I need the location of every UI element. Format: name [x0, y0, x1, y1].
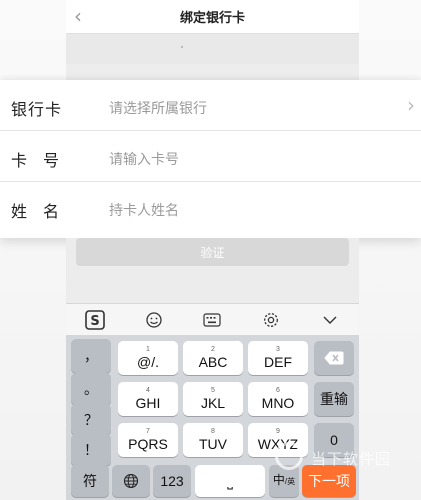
chevron-left-icon[interactable]: ‹	[74, 6, 82, 26]
space-key[interactable]: ⎵	[195, 465, 265, 497]
symbol-key[interactable]: 符	[71, 465, 109, 497]
svg-text:S: S	[91, 314, 100, 329]
settings-icon[interactable]	[256, 308, 286, 332]
number-mode-key[interactable]: 123	[153, 465, 191, 497]
name-input[interactable]: 持卡人姓名	[109, 200, 179, 220]
globe-icon	[123, 473, 139, 489]
backdrop-left	[0, 0, 66, 500]
key-exclaim[interactable]: ！	[71, 434, 111, 466]
card-number-input[interactable]: 请输入卡号	[109, 149, 179, 169]
watermark-text: 当下软件园	[311, 450, 392, 468]
key-question[interactable]: ？	[71, 404, 111, 435]
key-period[interactable]: 。	[71, 373, 111, 405]
backspace-icon	[324, 351, 344, 365]
retype-key[interactable]: 重输	[314, 382, 354, 416]
verify-area: 验证	[66, 238, 359, 304]
strip-dot	[181, 46, 183, 48]
header-strip	[66, 34, 359, 64]
key-4[interactable]: 4 GHI	[118, 382, 178, 416]
key-6[interactable]: 6 MNO	[248, 382, 308, 416]
key-comma[interactable]: ，	[71, 339, 111, 373]
name-row[interactable]: 姓名 持卡人姓名	[0, 182, 421, 233]
backspace-key[interactable]	[314, 341, 354, 375]
page-title: 绑定银行卡	[179, 11, 245, 26]
key-7[interactable]: 7 PQRS	[118, 423, 178, 457]
card-number-row[interactable]: 卡号 请输入卡号	[0, 131, 421, 182]
bank-row[interactable]: 银行卡 请选择所属银行 ›	[0, 80, 421, 131]
verify-button[interactable]: 验证	[76, 238, 349, 266]
keyboard-icon[interactable]	[197, 308, 227, 332]
watermark: 当下软件园	[275, 440, 415, 490]
bank-select[interactable]: 请选择所属银行	[109, 98, 207, 118]
sogou-logo-icon[interactable]: S	[80, 308, 110, 332]
key-5[interactable]: 5 JKL	[183, 382, 243, 416]
keyboard-toolbar: S	[66, 303, 359, 335]
key-8[interactable]: 8 TUV	[183, 423, 243, 457]
key-1[interactable]: 1 @/.	[118, 341, 178, 375]
key-2[interactable]: 2 ABC	[183, 341, 243, 375]
form-callout: 银行卡 请选择所属银行 › 卡号 请输入卡号 姓名 持卡人姓名	[0, 80, 421, 238]
backdrop-right	[355, 0, 421, 500]
chevron-right-icon: ›	[407, 93, 415, 117]
card-number-label: 卡号	[11, 151, 76, 170]
emoji-icon[interactable]	[139, 308, 169, 332]
globe-key[interactable]	[112, 465, 150, 497]
watermark-logo-icon	[275, 442, 303, 470]
nav-bar: ‹ 绑定银行卡	[66, 0, 359, 34]
bank-label: 银行卡	[11, 100, 63, 119]
name-label: 姓名	[11, 202, 76, 221]
collapse-icon[interactable]	[315, 308, 345, 332]
key-3[interactable]: 3 DEF	[248, 341, 308, 375]
